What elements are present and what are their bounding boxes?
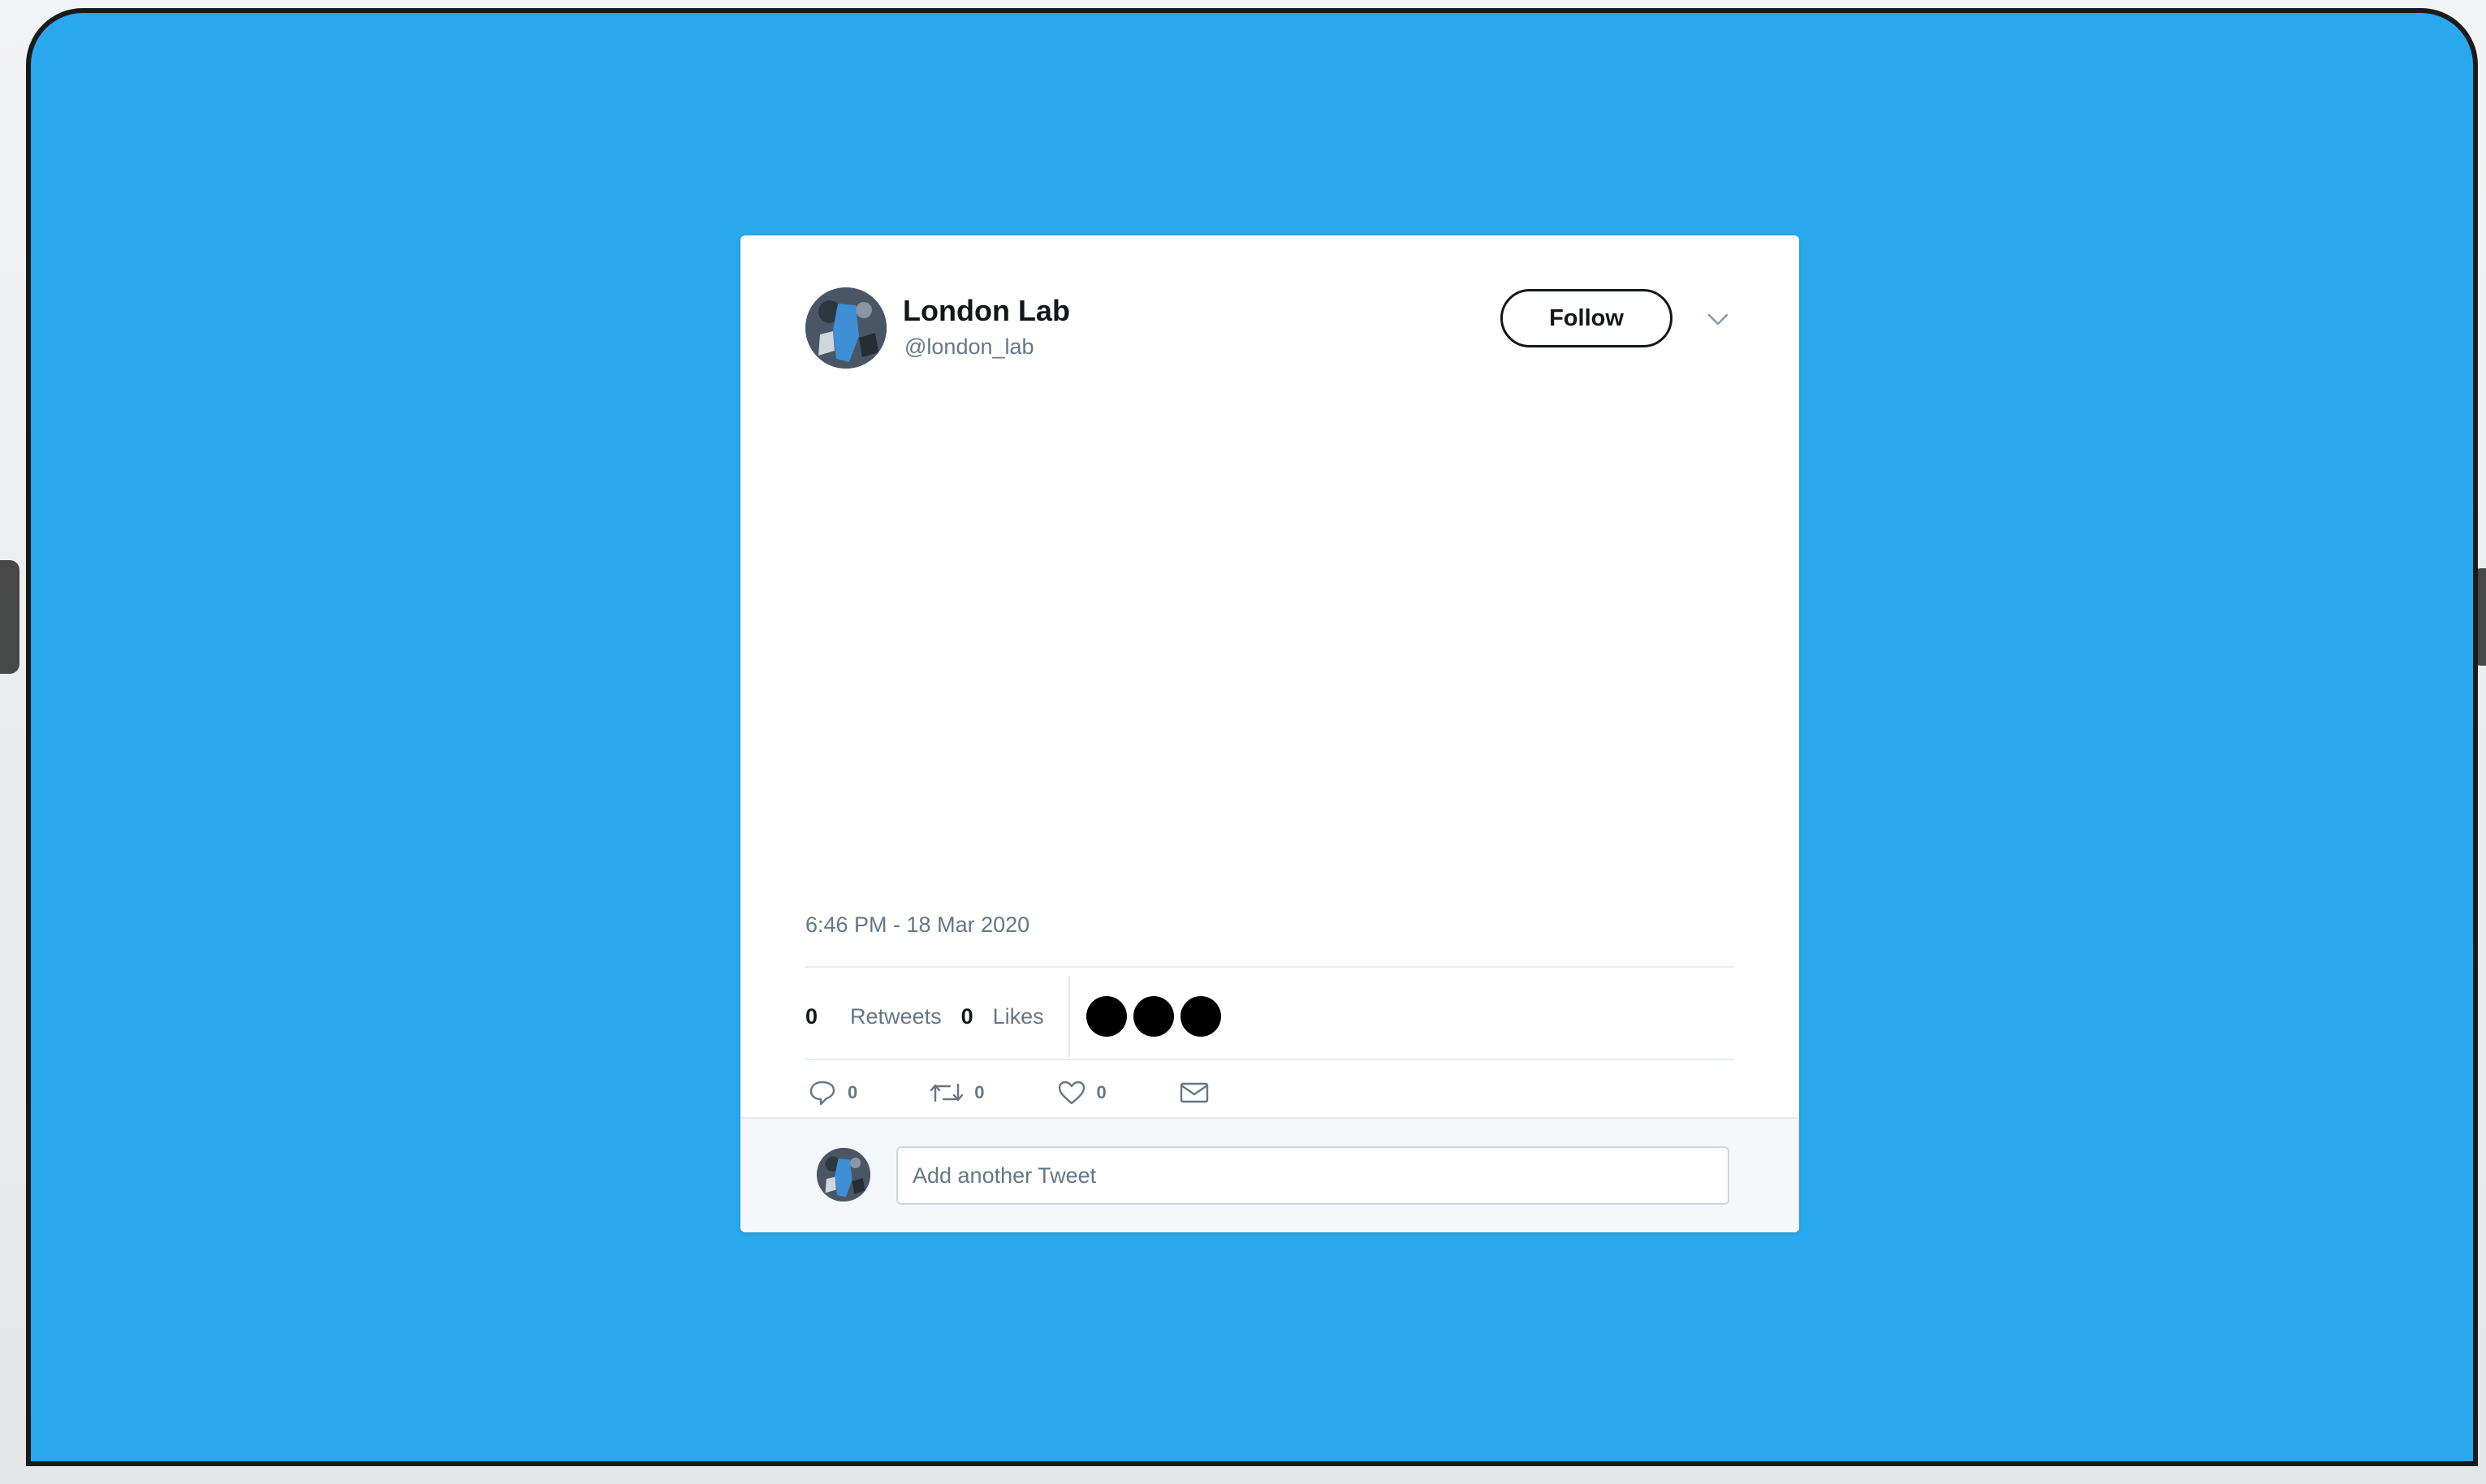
divider <box>805 1059 1734 1060</box>
tweet-header: London Lab @london_lab Follow <box>805 287 1734 377</box>
chevron-down-icon[interactable] <box>1702 304 1734 336</box>
like-action[interactable]: 0 <box>1058 1081 1107 1105</box>
stats-separator <box>1068 976 1070 1057</box>
envelope-icon <box>1180 1081 1209 1105</box>
screen: London Lab @london_lab Follow 6:46 PM - … <box>26 8 2478 1466</box>
bezel-left <box>0 560 19 674</box>
tweet-actions: 0 0 0 <box>809 1068 1282 1117</box>
liker-avatar-3[interactable] <box>1180 996 1221 1037</box>
liker-avatar-1[interactable] <box>1085 996 1127 1037</box>
retweets-count[interactable]: 0 <box>805 1004 818 1029</box>
retweets-label[interactable]: Retweets <box>850 1004 942 1029</box>
avatar[interactable] <box>805 287 887 369</box>
like-count: 0 <box>1096 1082 1107 1102</box>
reply-input[interactable] <box>896 1146 1729 1205</box>
reply-bar <box>740 1117 1799 1232</box>
author-handle[interactable]: @london_lab <box>904 334 1034 360</box>
retweet-action[interactable]: 0 <box>930 1080 985 1106</box>
retweet-icon <box>930 1080 964 1106</box>
comment-icon <box>809 1080 836 1106</box>
likes-label[interactable]: Likes <box>993 1004 1044 1029</box>
follow-button[interactable]: Follow <box>1500 289 1672 347</box>
likes-count[interactable]: 0 <box>961 1004 973 1029</box>
reply-action[interactable]: 0 <box>809 1080 857 1106</box>
author-name[interactable]: London Lab <box>903 294 1070 328</box>
avatar-image <box>805 287 887 369</box>
heart-icon <box>1058 1081 1085 1105</box>
divider <box>805 966 1734 968</box>
reply-count: 0 <box>848 1082 858 1102</box>
message-action[interactable] <box>1180 1081 1209 1105</box>
retweet-count: 0 <box>974 1082 985 1102</box>
tweet-card: London Lab @london_lab Follow 6:46 PM - … <box>740 235 1799 1232</box>
tweet-stats: 0 Retweets 0 Likes <box>805 976 1221 1057</box>
liker-avatars <box>1085 996 1221 1037</box>
reply-avatar <box>817 1148 870 1201</box>
tweet-timestamp[interactable]: 6:46 PM - 18 Mar 2020 <box>805 912 1029 938</box>
reply-avatar-image <box>817 1148 870 1201</box>
liker-avatar-2[interactable] <box>1133 996 1174 1037</box>
